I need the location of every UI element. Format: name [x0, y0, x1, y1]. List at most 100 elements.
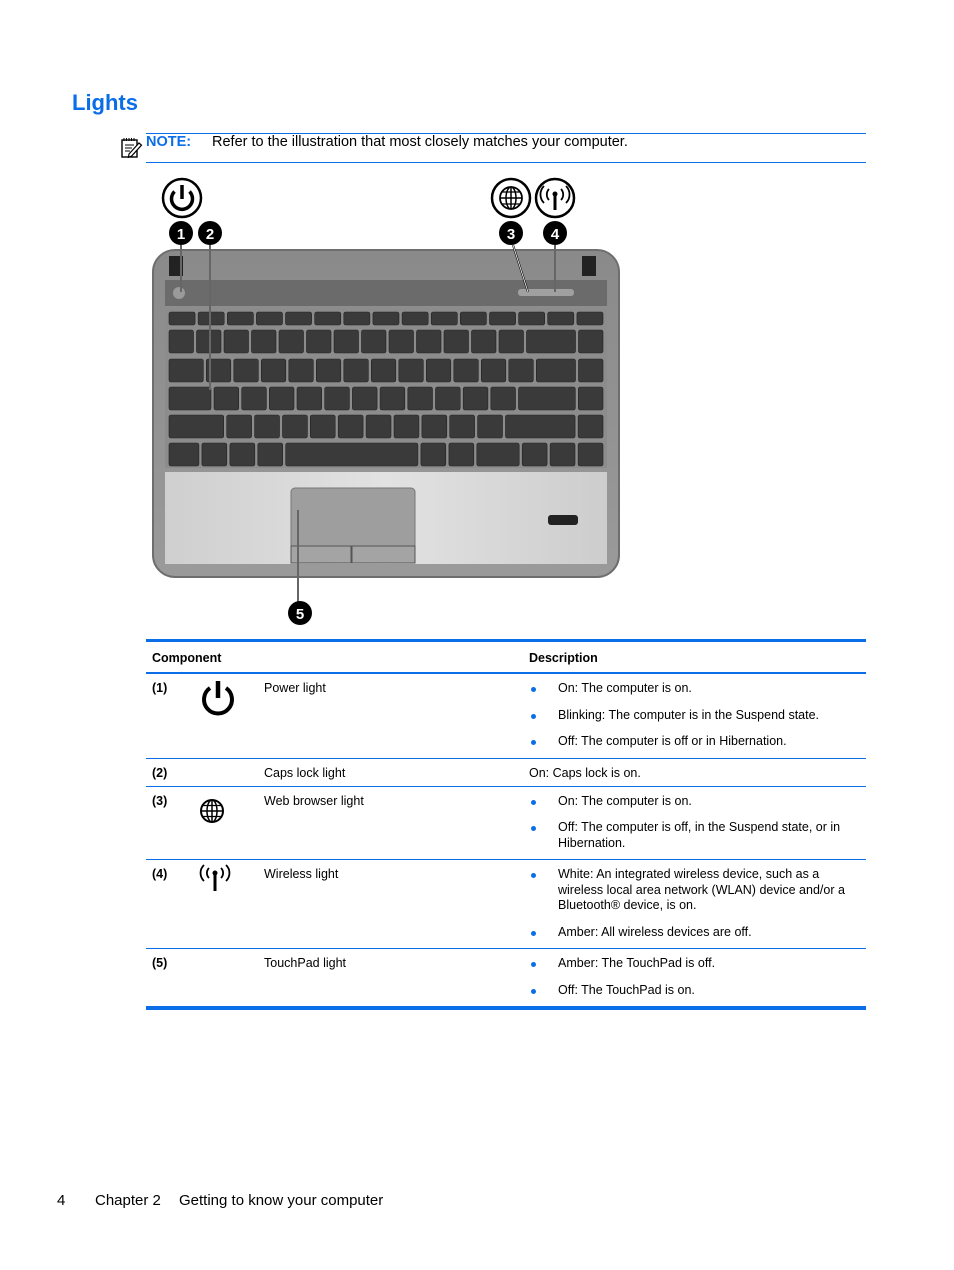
touchpad-left-button	[290, 545, 352, 564]
row-number: (1)	[146, 673, 192, 759]
keyboard-key	[526, 329, 576, 354]
keyboard-key	[251, 329, 277, 354]
callout-3: 3	[499, 221, 523, 245]
keyboard-keys	[168, 311, 604, 467]
callout-wireless-icon	[534, 177, 576, 219]
callout-1: 1	[169, 221, 193, 245]
keyboard-key	[393, 414, 420, 439]
keyboard-key	[282, 414, 308, 439]
note-text: Refer to the illustration that most clos…	[212, 134, 628, 150]
keyboard-key	[288, 358, 314, 383]
keyboard-key	[505, 414, 576, 439]
keyboard-key	[197, 311, 225, 326]
table-row: (2) Caps lock light On: Caps lock is on.	[146, 758, 866, 787]
keyboard-key	[518, 386, 576, 411]
description-list: On: The computer is on. Blinking: The co…	[529, 681, 860, 750]
keyboard-key	[508, 358, 534, 383]
keyboard-key	[343, 311, 371, 326]
keyboard-key	[421, 414, 448, 439]
keyboard-key	[352, 386, 378, 411]
component-name: Power light	[258, 673, 523, 759]
callout-power-icon	[161, 177, 203, 219]
keyboard-key	[168, 414, 225, 439]
callout-2: 2	[198, 221, 222, 245]
keyboard-key	[547, 311, 575, 326]
keyboard-key	[361, 329, 387, 354]
keyboard-key	[261, 358, 287, 383]
keyboard-key	[285, 311, 312, 326]
keyboard-key	[372, 311, 400, 326]
touchpad-right-button	[351, 545, 416, 564]
keyboard-key	[196, 329, 222, 354]
components-table: Component Description (1) Power light On…	[146, 639, 866, 1010]
power-icon	[202, 681, 234, 716]
keyboard-key	[337, 414, 364, 439]
row-number: (5)	[146, 948, 192, 1010]
table-row: (5) TouchPad light Amber: The TouchPad i…	[146, 948, 866, 1010]
keyboard-key	[453, 358, 479, 383]
keyboard-key	[420, 442, 447, 467]
table-row: (1) Power light On: The computer is on. …	[146, 673, 866, 759]
keyboard-key	[398, 358, 424, 383]
keyboard-key	[316, 358, 342, 383]
note-label: NOTE:	[146, 134, 192, 150]
keyboard-key	[577, 414, 604, 439]
svg-text:1: 1	[177, 226, 185, 243]
header-component: Component	[146, 639, 523, 674]
keyboard-key	[425, 358, 452, 383]
chapter-label: Chapter 2	[95, 1192, 161, 1209]
keyboard-key	[379, 386, 406, 411]
keyboard-key	[310, 414, 336, 439]
keyboard-key	[498, 329, 524, 354]
keyboard-key	[223, 329, 249, 354]
row-number: (4)	[146, 859, 192, 949]
keyboard-key	[241, 386, 267, 411]
component-name: Web browser light	[258, 786, 523, 860]
svg-text:2: 2	[206, 226, 214, 243]
keyboard-key	[227, 311, 254, 326]
description-bullet: Off: The computer is off or in Hibernati…	[529, 734, 860, 750]
keyboard-key	[477, 414, 503, 439]
keyboard-key	[324, 386, 350, 411]
description-list: On: The computer is on. Off: The compute…	[529, 794, 860, 852]
keyboard-key	[535, 358, 576, 383]
keyboard-key	[489, 311, 516, 326]
note-box: NOTE: Refer to the illustration that mos…	[120, 133, 866, 163]
hinge-right	[582, 256, 596, 276]
keyboard-key	[333, 329, 359, 354]
component-name: Wireless light	[258, 859, 523, 949]
table-row: (3) Web browser light On: The computer i…	[146, 786, 866, 860]
laptop-illustration: 1 2 3 4 5	[152, 177, 620, 625]
keyboard-key	[448, 442, 475, 467]
row-number: (3)	[146, 786, 192, 860]
keyboard-key	[201, 442, 228, 467]
section-heading: Lights	[72, 90, 138, 115]
note-pencil-icon	[121, 138, 143, 159]
description-bullet: Off: The TouchPad is on.	[529, 983, 860, 999]
keyboard-key	[521, 442, 548, 467]
keyboard-key	[296, 386, 323, 411]
keyboard-key	[168, 358, 204, 383]
keyboard-key	[226, 414, 252, 439]
power-button	[173, 287, 185, 299]
keyboard-key	[168, 329, 194, 354]
chapter-title: Getting to know your computer	[179, 1192, 384, 1209]
keyboard-key	[462, 386, 489, 411]
keyboard-key	[471, 329, 497, 354]
keyboard-key	[416, 329, 442, 354]
keyboard-key	[371, 358, 397, 383]
keyboard-key	[401, 311, 429, 326]
header-description: Description	[523, 639, 866, 674]
row-number: (2)	[146, 758, 192, 787]
fingerprint-reader	[548, 515, 578, 525]
note-rule-bottom	[146, 162, 866, 163]
keyboard-key	[314, 311, 342, 326]
keyboard-key	[269, 386, 295, 411]
keyboard-key	[430, 311, 458, 326]
keyboard-key	[578, 329, 604, 354]
globe-icon	[200, 798, 224, 823]
keyboard-key	[577, 386, 604, 411]
keyboard-key	[459, 311, 487, 326]
description-text: On: Caps lock is on.	[523, 758, 866, 787]
description-list: Amber: The TouchPad is off. Off: The Tou…	[529, 956, 860, 998]
